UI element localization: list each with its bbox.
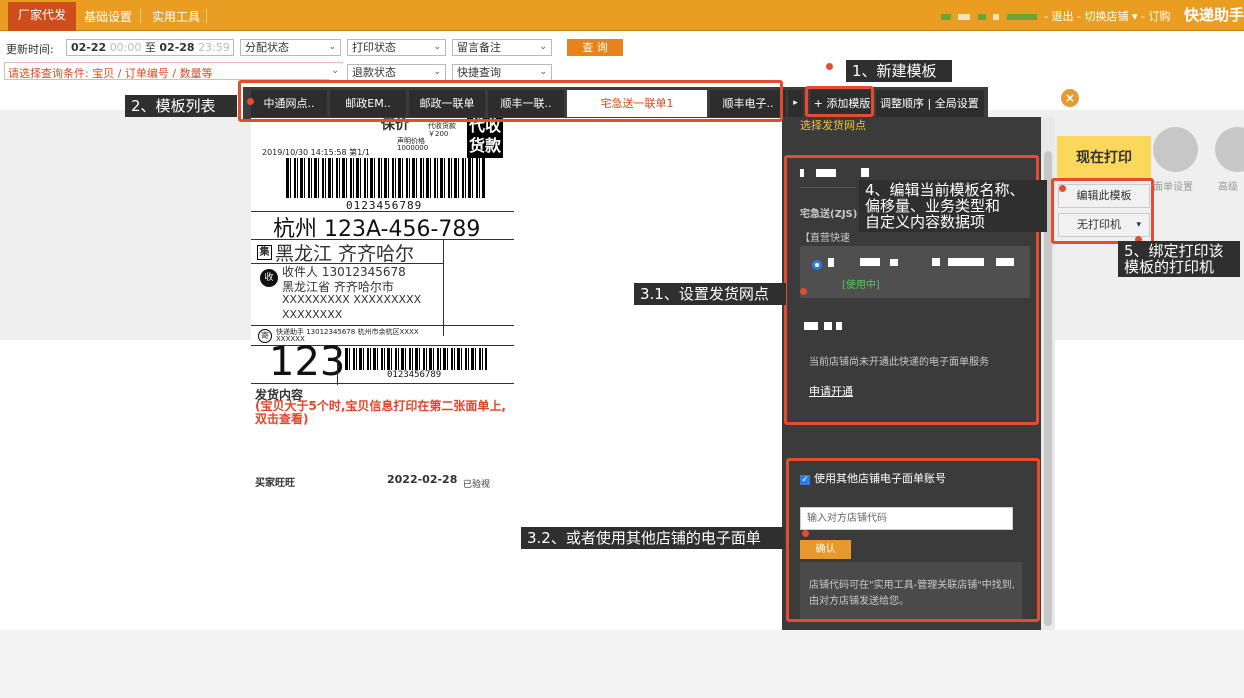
- status-block: [940, 14, 951, 20]
- modal-footer: [251, 568, 782, 630]
- select-value: 打印状态: [352, 41, 396, 54]
- tab-factory-dropship[interactable]: 厂家代发: [8, 2, 77, 31]
- remark-select[interactable]: 留言备注 ⌄: [452, 39, 552, 56]
- status-block: [1006, 14, 1037, 20]
- refund-status-select[interactable]: 退款状态 ⌄: [347, 64, 446, 81]
- to-label: 至: [144, 41, 156, 54]
- tracking-number-small: 0123456789: [387, 370, 442, 380]
- content-note: (宝贝大于5个时,宝贝信息打印在第二张面单上,双击查看): [255, 399, 506, 426]
- tab-scroll-arrow[interactable]: ▸: [788, 90, 803, 117]
- annotation-line: 模板的打印机: [1124, 258, 1215, 276]
- close-icon[interactable]: ×: [1061, 89, 1079, 107]
- annotation-new-template: 1、新建模板: [846, 60, 952, 82]
- receiver-address-line2: XXXXXXXXX XXXXXXXXX: [282, 293, 422, 306]
- annotation-bind-printer: 5、绑定打印该 模板的打印机: [1118, 241, 1240, 277]
- annotation-line: 偏移量、业务类型和: [865, 197, 1001, 215]
- chevron-down-icon: ⌄: [433, 67, 441, 77]
- annotation-dot: [826, 63, 833, 70]
- time-to: 23:59: [198, 41, 230, 54]
- receiver-address-line3: XXXXXXXX: [282, 308, 343, 321]
- face-settings-icon[interactable]: [1153, 127, 1198, 172]
- chevron-down-icon: ⌄: [539, 42, 547, 52]
- buyer-label: 买家旺旺: [255, 478, 295, 489]
- inspected-label: 已验视: [463, 480, 491, 490]
- annotation-template-list: 2、模板列表: [125, 95, 237, 117]
- condition-dropdown[interactable]: ⌄: [329, 64, 343, 81]
- condition-hint: 请选择查询条件: 宝贝 / 订单编号 / 数量等: [8, 67, 213, 80]
- barcode-small: [345, 348, 487, 370]
- tab-utilities[interactable]: 实用工具: [144, 5, 208, 31]
- brand-name: 快递助手: [1183, 6, 1244, 24]
- annotation-line: 5、绑定打印该: [1124, 242, 1224, 260]
- account-links[interactable]: - 退出 - 切换店铺 ▾ - 订购: [1044, 10, 1170, 23]
- chevron-down-icon: ⌄: [331, 66, 339, 76]
- cod-badge: 代收货款: [467, 118, 503, 158]
- route-code: 123: [269, 339, 346, 385]
- top-right-links: - 退出 - 切换店铺 ▾ - 订购 快递助手: [940, 0, 1244, 31]
- chevron-down-icon: ⌄: [433, 42, 441, 52]
- destination-area: 黑龙江 齐齐哈尔: [275, 243, 415, 265]
- annotation-line: 4、编辑当前模板名称、: [865, 181, 1025, 199]
- update-time-label: 更新时间:: [6, 43, 54, 56]
- modal-body: [514, 118, 782, 568]
- annotation-dot: [1059, 185, 1066, 192]
- cod-amount: ￥200: [428, 130, 449, 138]
- query-button[interactable]: 查 询: [567, 39, 623, 56]
- annotation-dot: [800, 288, 807, 295]
- annotation-line: 自定义内容数据项: [865, 213, 986, 231]
- barcode: [286, 158, 486, 198]
- status-block: [977, 14, 986, 20]
- panel-title: 选择发货网点: [800, 119, 866, 132]
- order-date: 2022-02-28: [387, 473, 458, 486]
- date-from: 02-22: [71, 41, 107, 54]
- advanced-label: 高级: [1218, 182, 1238, 193]
- status-block: [993, 14, 1000, 20]
- date-range-input[interactable]: 02-22 00:00 至 02-28 23:59: [66, 39, 234, 56]
- collect-icon: 集: [257, 245, 272, 260]
- chevron-down-icon: ⌄: [539, 67, 547, 77]
- top-navigation-bar: 厂家代发 基础设置 实用工具 - 退出 - 切换店铺 ▾ - 订购 快递助手: [0, 0, 1244, 31]
- divider: [206, 9, 207, 23]
- divider: [140, 9, 141, 23]
- chevron-down-icon: ⌄: [328, 42, 336, 52]
- highlight-template-list: [238, 80, 783, 122]
- annotation-dot: [802, 530, 809, 537]
- print-time: 2019/10/30 14:15:58 第1/1: [262, 148, 370, 157]
- divider: [337, 345, 338, 385]
- select-value: 退款状态: [352, 66, 396, 79]
- select-value: 快捷查询: [457, 66, 501, 79]
- highlight-add-template: [805, 86, 874, 117]
- background-bottom: [0, 630, 1244, 698]
- annotation-use-other-shop: 3.2、或者使用其他店铺的电子面单: [521, 527, 785, 549]
- order-global-settings[interactable]: 调整顺序 | 全局设置: [876, 90, 984, 117]
- highlight-other-shop: [786, 458, 1040, 622]
- divider: [443, 239, 444, 336]
- waybill-preview[interactable]: 保价 代收货款 ￥200 声明价格 1000000 代收货款 2019/10/3…: [251, 118, 514, 568]
- select-value: 留言备注: [457, 41, 501, 54]
- select-value: 分配状态: [245, 41, 289, 54]
- annotation-edit-template: 4、编辑当前模板名称、 偏移量、业务类型和 自定义内容数据项: [859, 180, 1047, 232]
- tab-basic-settings[interactable]: 基础设置: [76, 5, 140, 31]
- assign-status-select[interactable]: 分配状态 ⌄: [240, 39, 341, 56]
- face-settings-label: 面单设置: [1153, 182, 1193, 193]
- highlight-edit-printer: [1051, 178, 1154, 244]
- divider: [251, 383, 514, 384]
- time-from: 00:00: [109, 41, 142, 54]
- date-to: 02-28: [159, 41, 195, 54]
- declared-value: 1000000: [397, 144, 429, 152]
- print-now-button[interactable]: 现在打印: [1057, 136, 1151, 181]
- annotation-set-shipping-point: 3.1、设置发货网点: [634, 283, 786, 305]
- quick-query-select[interactable]: 快捷查询 ⌄: [452, 64, 552, 81]
- divider: [251, 325, 514, 326]
- print-status-select[interactable]: 打印状态 ⌄: [347, 39, 446, 56]
- annotation-dot: [247, 98, 254, 105]
- brand-logo: 快递助手: [1184, 0, 1244, 31]
- status-block: [958, 14, 971, 20]
- receiver-icon: 收: [260, 269, 278, 287]
